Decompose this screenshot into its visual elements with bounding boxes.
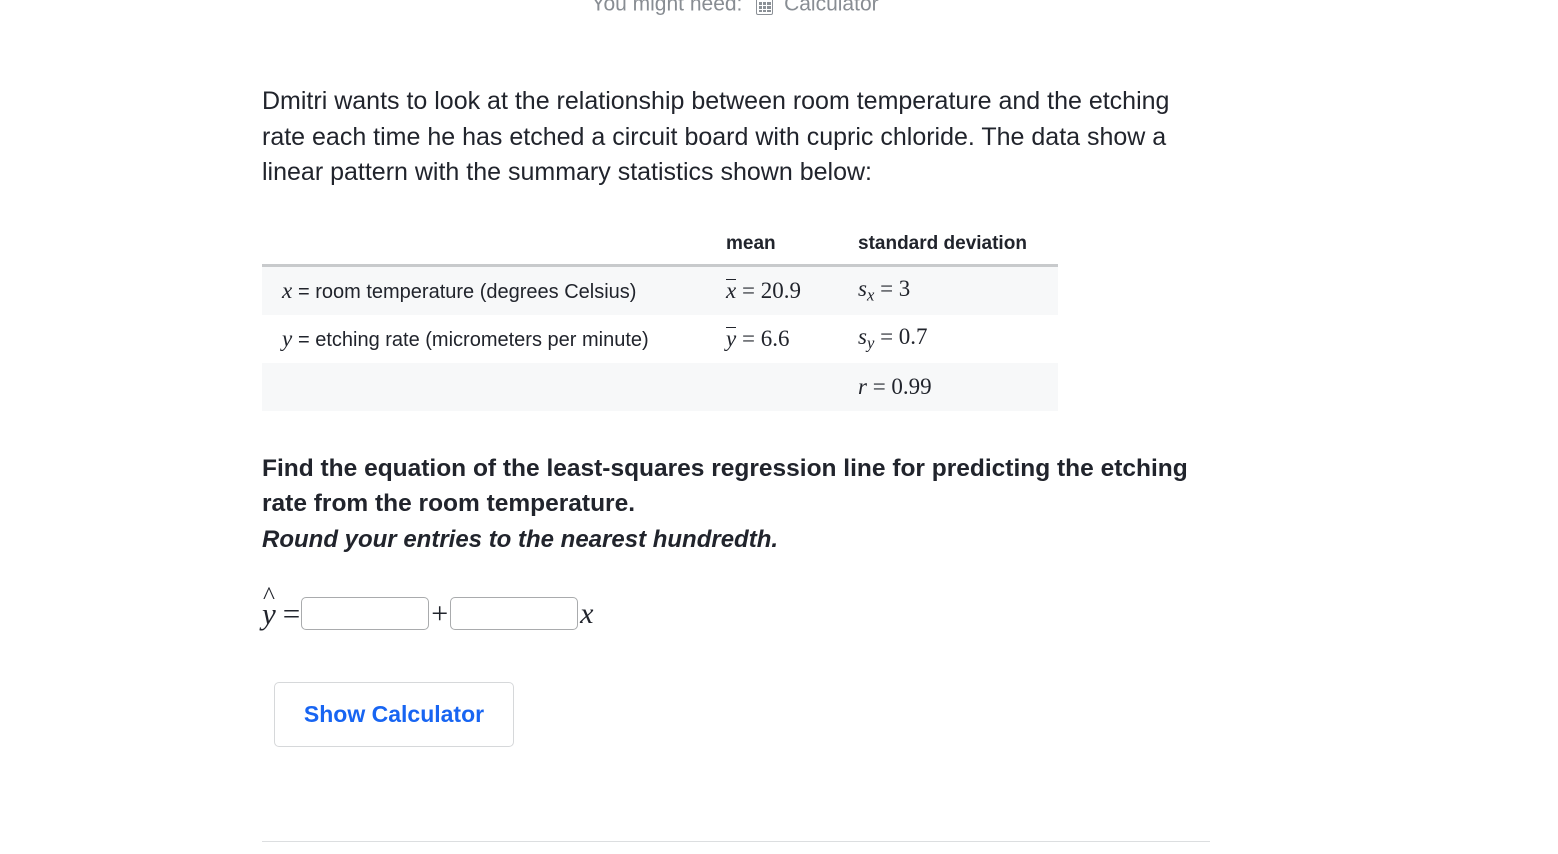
column-header-label <box>262 232 726 267</box>
equals-sign: = <box>282 595 301 631</box>
slope-input[interactable] <box>450 597 579 630</box>
column-header-standard-deviation: standard deviation <box>858 232 1058 267</box>
table-row: r = 0.99 <box>262 362 1058 411</box>
variable-y-definition: y = etching rate (micrometers per minute… <box>282 325 649 351</box>
cell-sd-y: sy = 0.7 <box>858 323 928 353</box>
bottom-divider <box>262 841 1210 842</box>
cell-empty-label <box>262 362 726 411</box>
x-variable-symbol: x <box>580 596 594 630</box>
question-prompt: Dmitri wants to look at the relationship… <box>262 87 1170 186</box>
cell-mean-x: x = 20.9 <box>726 265 858 315</box>
plus-sign: + <box>431 596 449 630</box>
calculator-icon <box>756 0 774 15</box>
summary-statistics-table: mean standard deviation x = room tempera… <box>262 232 1058 411</box>
calculator-word: Calculator <box>784 0 879 16</box>
table-row: y = etching rate (micrometers per minute… <box>262 315 1058 363</box>
task-instruction-main: Find the equation of the least-squares r… <box>262 454 1188 518</box>
cell-sd-x: sx = 3 <box>858 265 1058 315</box>
row-variable-label-y: y = etching rate (micrometers per minute… <box>262 315 726 363</box>
exercise-content: Dmitri wants to look at the relationship… <box>262 84 1222 747</box>
cell-correlation: r = 0.99 <box>858 362 1058 411</box>
row-variable-label-x: x = room temperature (degrees Celsius) <box>262 265 726 315</box>
cell-mean-y: y = 6.6 <box>726 325 790 351</box>
table-row: x = room temperature (degrees Celsius) x… <box>262 265 1058 315</box>
answer-equation-row: y = + x <box>262 584 1222 635</box>
calculator-icon-keys <box>758 2 771 13</box>
cell-empty-mean <box>726 362 858 411</box>
rounding-note: Round your entries to the nearest hundre… <box>262 525 779 553</box>
column-header-mean: mean <box>726 232 858 267</box>
variable-x-definition: x = room temperature (degrees Celsius) <box>282 277 637 303</box>
calculator-hint-bar: You might need: Calculator <box>0 0 1470 21</box>
y-hat-symbol: y <box>262 584 276 629</box>
table-header-row: mean standard deviation <box>262 232 1058 267</box>
show-calculator-button[interactable]: Show Calculator <box>274 681 514 747</box>
intercept-input[interactable] <box>301 597 430 630</box>
need-label: You might need: <box>591 0 743 16</box>
task-instruction: Find the equation of the least-squares r… <box>262 451 1192 557</box>
